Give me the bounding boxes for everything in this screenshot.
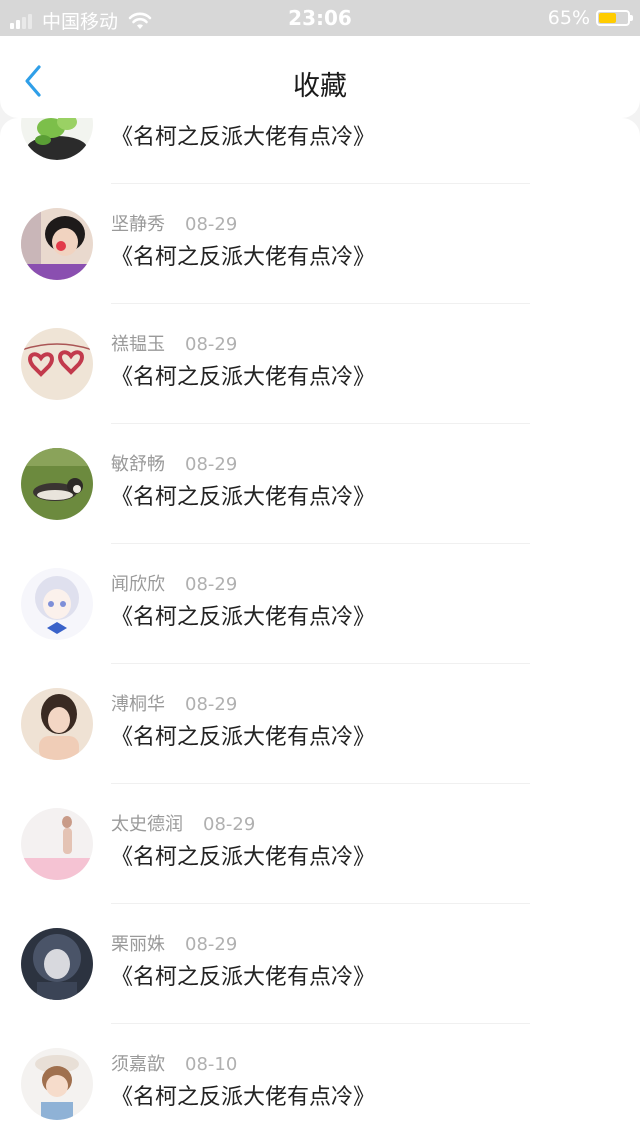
favorites-list: 《名柯之反派大佬有点冷》 坚静秀 08-29 《名柯之反派大佬有点冷》 禚韫玉 … xyxy=(0,118,640,1139)
user-name: 溥桐华 xyxy=(111,694,165,715)
list-item[interactable]: 太史德润 08-29 《名柯之反派大佬有点冷》 xyxy=(0,784,640,904)
item-meta: 须嘉歆 08-10 xyxy=(111,1050,237,1076)
avatar xyxy=(21,688,93,760)
item-date: 08-29 xyxy=(185,574,238,595)
item-meta: 闻欣欣 08-29 xyxy=(111,570,237,596)
user-name: 敏舒畅 xyxy=(111,454,165,475)
user-name: 禚韫玉 xyxy=(111,334,165,355)
item-meta: 禚韫玉 08-29 xyxy=(111,330,237,356)
list-item[interactable]: 溥桐华 08-29 《名柯之反派大佬有点冷》 xyxy=(0,664,640,784)
item-title: 《名柯之反派大佬有点冷》 xyxy=(111,485,376,510)
list-item[interactable]: 《名柯之反派大佬有点冷》 xyxy=(0,118,640,184)
battery-tip xyxy=(630,15,633,21)
item-date: 08-29 xyxy=(185,454,238,475)
avatar xyxy=(21,328,93,400)
list-item[interactable]: 禚韫玉 08-29 《名柯之反派大佬有点冷》 xyxy=(0,304,640,424)
item-meta: 坚静秀 08-29 xyxy=(111,210,237,236)
user-name: 闻欣欣 xyxy=(111,574,165,595)
avatar xyxy=(21,568,93,640)
avatar xyxy=(21,928,93,1000)
item-title: 《名柯之反派大佬有点冷》 xyxy=(111,605,376,630)
item-title: 《名柯之反派大佬有点冷》 xyxy=(111,365,376,390)
item-title: 《名柯之反派大佬有点冷》 xyxy=(111,725,376,750)
battery-icon xyxy=(596,10,633,26)
avatar xyxy=(21,208,93,280)
nav-bar: 收藏 xyxy=(0,36,640,118)
avatar xyxy=(21,448,93,520)
battery-fill xyxy=(599,13,616,23)
item-meta: 栗丽姝 08-29 xyxy=(111,930,237,956)
list-item[interactable]: 闻欣欣 08-29 《名柯之反派大佬有点冷》 xyxy=(0,544,640,664)
item-date: 08-29 xyxy=(185,334,238,355)
item-title: 《名柯之反派大佬有点冷》 xyxy=(111,1085,376,1110)
item-title: 《名柯之反派大佬有点冷》 xyxy=(111,965,376,990)
item-meta: 溥桐华 08-29 xyxy=(111,690,237,716)
list-item[interactable]: 敏舒畅 08-29 《名柯之反派大佬有点冷》 xyxy=(0,424,640,544)
item-title: 《名柯之反派大佬有点冷》 xyxy=(111,125,376,150)
status-time: 23:06 xyxy=(288,6,352,30)
item-date: 08-29 xyxy=(185,694,238,715)
item-date: 08-29 xyxy=(203,814,256,835)
user-name: 太史德润 xyxy=(111,814,183,835)
item-date: 08-29 xyxy=(185,214,238,235)
item-date: 08-10 xyxy=(185,1054,238,1075)
list-item[interactable]: 栗丽姝 08-29 《名柯之反派大佬有点冷》 xyxy=(0,904,640,1024)
item-meta: 敏舒畅 08-29 xyxy=(111,450,237,476)
user-name: 栗丽姝 xyxy=(111,934,165,955)
status-bar: 中国移动 23:06 65% xyxy=(0,0,640,36)
list-item[interactable]: 坚静秀 08-29 《名柯之反派大佬有点冷》 xyxy=(0,184,640,304)
avatar xyxy=(21,1048,93,1120)
user-name: 坚静秀 xyxy=(111,214,165,235)
item-date: 08-29 xyxy=(185,934,238,955)
list-item[interactable]: 须嘉歆 08-10 《名柯之反派大佬有点冷》 xyxy=(0,1024,640,1139)
avatar xyxy=(21,118,93,160)
page-title: 收藏 xyxy=(293,71,347,102)
user-name: 须嘉歆 xyxy=(111,1054,165,1075)
status-right: 65% xyxy=(547,7,633,29)
avatar xyxy=(21,808,93,880)
item-meta: 太史德润 08-29 xyxy=(111,810,255,836)
battery-percent: 65% xyxy=(547,7,590,29)
item-title: 《名柯之反派大佬有点冷》 xyxy=(111,245,376,270)
item-title: 《名柯之反派大佬有点冷》 xyxy=(111,845,376,870)
